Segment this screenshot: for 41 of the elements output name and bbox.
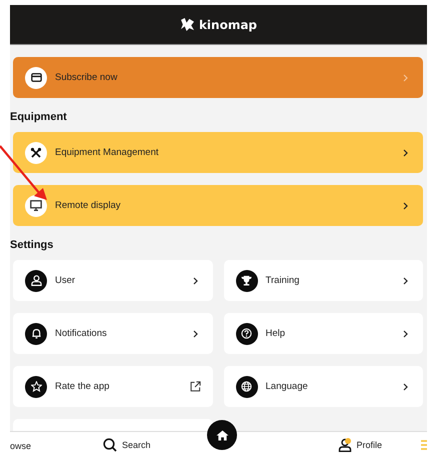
subscribe-button[interactable]: Subscribe now [13, 57, 423, 98]
menu-item[interactable]: User [13, 260, 212, 301]
user-icon [30, 275, 42, 286]
menu-item[interactable]: Training [224, 260, 423, 301]
tab-label: Search [122, 440, 151, 450]
tab-label: Profile [356, 440, 382, 450]
external-link-icon [190, 381, 200, 392]
chevron-icon [192, 276, 198, 284]
credit-card-icon [30, 73, 42, 82]
chevron-icon [403, 148, 408, 156]
menu-item[interactable]: Notifications [13, 313, 212, 354]
menu-icon[interactable] [421, 439, 427, 451]
home-button[interactable] [207, 420, 237, 450]
chevron-icon [403, 382, 408, 390]
logo-icon [180, 18, 195, 31]
profile-icon [338, 438, 352, 452]
chevron-icon [403, 74, 408, 82]
tools-icon [30, 146, 42, 158]
globe-icon [241, 381, 252, 392]
chevron-icon [403, 330, 408, 338]
menu-item[interactable]: Help [224, 313, 423, 354]
section-title: Equipment [10, 111, 68, 123]
monitor-icon [30, 200, 42, 211]
section-title: Settings [10, 239, 54, 251]
home-icon [216, 430, 228, 440]
menu-item[interactable]: Equipment Management [13, 132, 423, 173]
help-icon [241, 328, 252, 339]
search-icon [103, 438, 117, 452]
star-icon [30, 381, 42, 392]
chevron-icon [403, 276, 408, 284]
menu-item[interactable]: Language [224, 366, 423, 407]
bell-icon [30, 328, 42, 339]
trophy-icon [241, 275, 252, 286]
menu-item[interactable]: Remote display [13, 185, 423, 226]
logo-text: kinomap [198, 18, 258, 32]
chevron-icon [192, 330, 198, 338]
chevron-icon [403, 202, 408, 210]
menu-item[interactable]: Rate the app [13, 366, 212, 407]
browse-tab[interactable]: owse [10, 438, 66, 451]
profile-tab[interactable]: Profile [338, 438, 382, 452]
search-tab[interactable]: Search [103, 438, 151, 452]
